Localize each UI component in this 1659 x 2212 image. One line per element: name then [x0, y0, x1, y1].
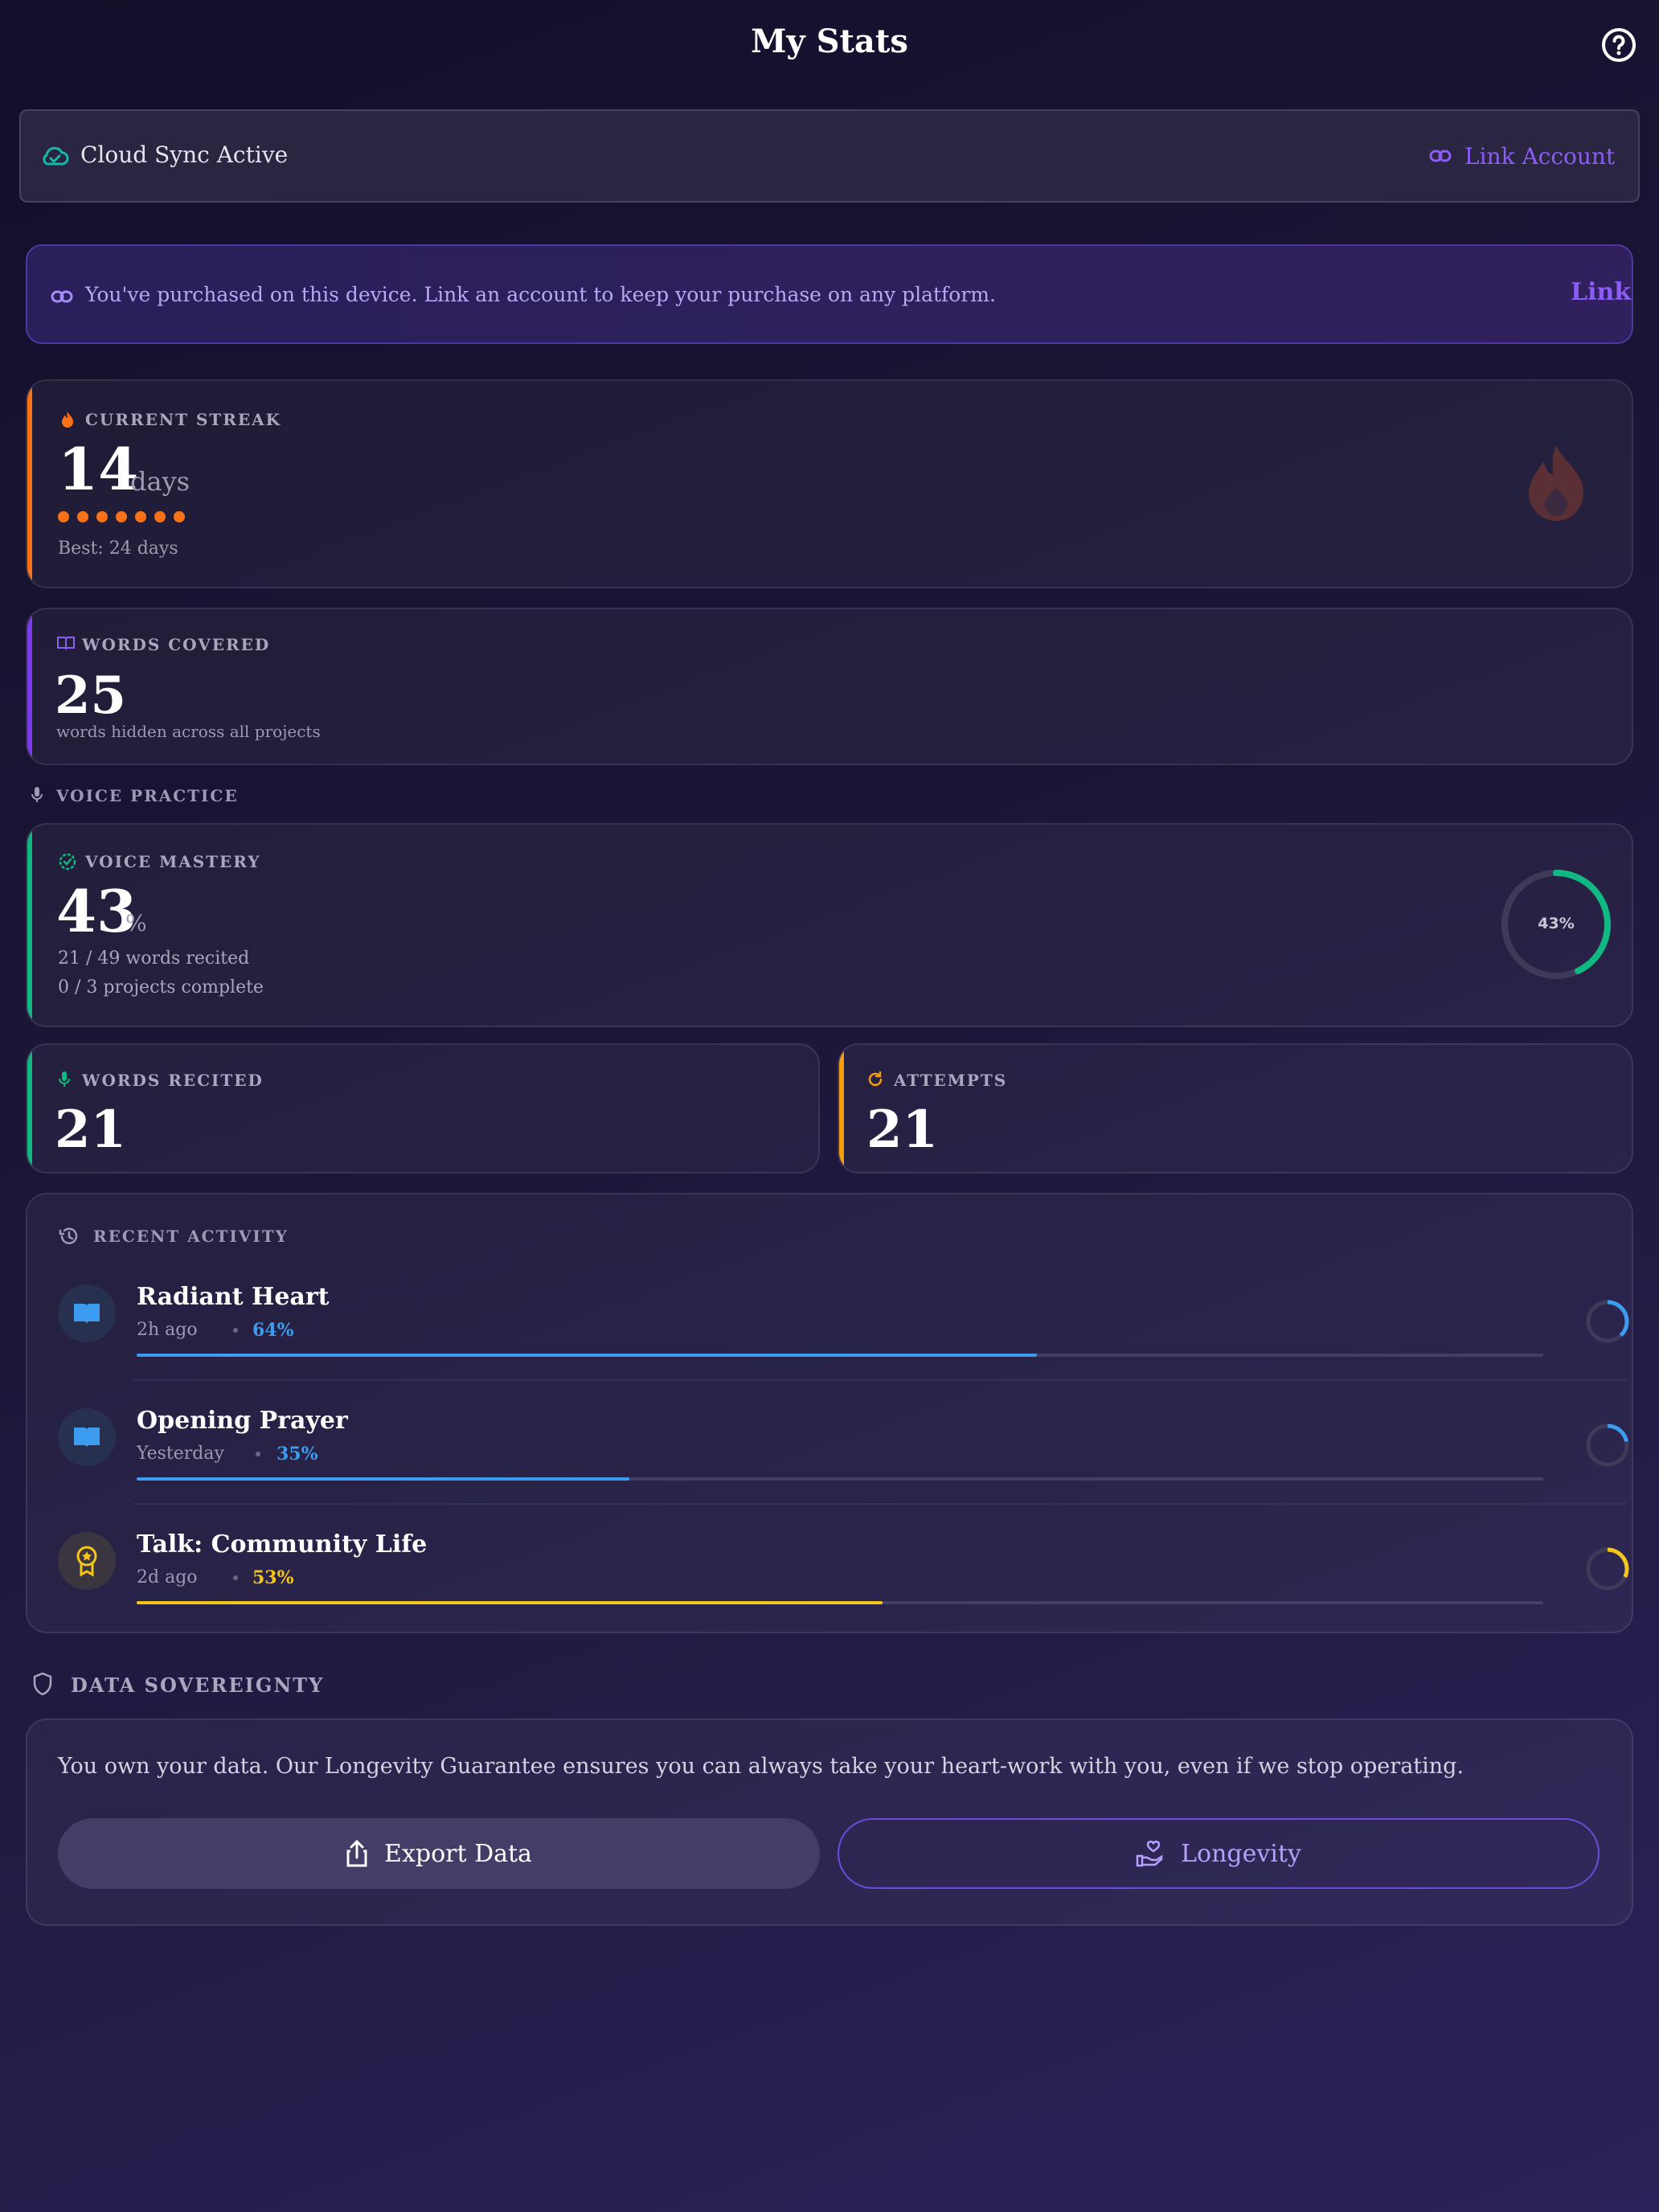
data-sovereignty-text: You own your data. Our Longevity Guarant… — [58, 1754, 1464, 1779]
flame-icon — [62, 412, 73, 428]
words-covered-value: 25 — [55, 666, 127, 726]
activity-title: Radiant Heart — [137, 1283, 330, 1311]
words-recited-value: 21 — [55, 1100, 127, 1160]
activity-percent: 53% — [252, 1567, 294, 1588]
activity-time: 2d ago — [137, 1567, 198, 1587]
words-covered-card: WORDS COVERED 25 words hidden across all… — [26, 608, 1633, 765]
hand-heart-icon — [1136, 1841, 1163, 1867]
link-account-label: Link Account — [1464, 142, 1616, 170]
activity-divider — [133, 1379, 1627, 1381]
activity-progress-ring — [1586, 1547, 1629, 1591]
activity-progress-track — [137, 1477, 1543, 1481]
purchase-link-button[interactable]: Link — [1571, 278, 1631, 306]
streak-dot — [96, 511, 108, 522]
cloud-sync-bar: Cloud Sync Active Link Account — [19, 109, 1640, 203]
streak-dot — [116, 511, 127, 522]
words-recited-label: WORDS RECITED — [82, 1071, 264, 1090]
streak-value: 14 — [58, 435, 139, 503]
activity-divider — [133, 1503, 1627, 1505]
streak-dots — [58, 511, 185, 522]
streak-best: Best: 24 days — [58, 539, 178, 559]
purchase-banner: You've purchased on this device. Link an… — [26, 244, 1633, 344]
share-icon — [346, 1840, 367, 1867]
streak-dot — [77, 511, 88, 522]
sync-status-text: Cloud Sync Active — [80, 141, 289, 168]
activity-progress-track — [137, 1601, 1543, 1604]
voice-mastery-projects: 0 / 3 projects complete — [58, 977, 264, 997]
voice-mastery-unit: % — [125, 910, 147, 936]
activity-icon-circle — [58, 1408, 116, 1466]
activity-icon-circle — [58, 1284, 116, 1342]
voice-mastery-words: 21 / 49 words recited — [58, 948, 250, 969]
recent-activity-card: RECENT ACTIVITY Radiant Heart 2h ago 64%… — [26, 1193, 1633, 1633]
activity-progress-fill — [137, 1601, 883, 1604]
export-data-label: Export Data — [384, 1839, 532, 1868]
activity-separator-dot — [256, 1452, 260, 1456]
book-open-icon — [74, 1304, 100, 1324]
activity-item[interactable]: Radiant Heart 2h ago 64% — [58, 1275, 1629, 1371]
streak-dot — [174, 511, 185, 522]
help-button[interactable] — [1600, 26, 1638, 64]
current-streak-card: CURRENT STREAK 14 days Best: 24 days — [26, 379, 1633, 588]
activity-percent: 64% — [252, 1320, 294, 1341]
activity-progress-ring — [1586, 1300, 1629, 1343]
mic-icon — [59, 1071, 70, 1087]
link-account-button[interactable]: Link Account — [1429, 138, 1615, 174]
activity-separator-dot — [233, 1328, 238, 1333]
words-recited-card: WORDS RECITED 21 — [26, 1043, 820, 1174]
award-icon — [76, 1546, 97, 1577]
data-sovereignty-card: You own your data. Our Longevity Guarant… — [26, 1718, 1633, 1926]
streak-unit: days — [130, 466, 190, 497]
streak-label: CURRENT STREAK — [85, 410, 282, 429]
activity-item[interactable]: Talk: Community Life 2d ago 53% — [58, 1522, 1629, 1619]
voice-practice-section-label: VOICE PRACTICE — [56, 786, 239, 805]
attempts-label: ATTEMPTS — [894, 1071, 1008, 1090]
purchase-banner-text: You've purchased on this device. Link an… — [85, 283, 996, 306]
activity-time: 2h ago — [137, 1320, 198, 1340]
longevity-label: Longevity — [1181, 1839, 1301, 1868]
check-badge-icon — [59, 853, 76, 870]
activity-progress-fill — [137, 1354, 1037, 1357]
activity-progress-ring — [1586, 1423, 1629, 1467]
voice-mastery-label: VOICE MASTERY — [85, 852, 261, 871]
history-icon — [59, 1227, 78, 1244]
voice-mastery-card: VOICE MASTERY 43 % 21 / 49 words recited… — [26, 823, 1633, 1027]
page-title: My Stats — [751, 23, 908, 60]
link-icon — [1429, 150, 1452, 162]
activity-time: Yesterday — [137, 1444, 224, 1464]
flame-watermark-icon — [1529, 445, 1583, 521]
words-covered-caption: words hidden across all projects — [56, 722, 321, 741]
activity-separator-dot — [233, 1575, 238, 1580]
streak-dot — [154, 511, 166, 522]
activity-title: Talk: Community Life — [137, 1530, 428, 1559]
attempts-card: ATTEMPTS 21 — [838, 1043, 1633, 1174]
streak-dot — [58, 511, 69, 522]
activity-percent: 35% — [276, 1444, 318, 1464]
activity-progress-track — [137, 1354, 1543, 1357]
streak-dot — [135, 511, 146, 522]
longevity-button[interactable]: Longevity — [838, 1818, 1600, 1889]
data-sovereignty-label: DATA SOVEREIGNTY — [71, 1673, 325, 1697]
activity-icon-circle — [58, 1532, 116, 1590]
words-covered-label: WORDS COVERED — [82, 635, 271, 654]
book-open-icon — [74, 1428, 100, 1448]
recent-activity-label: RECENT ACTIVITY — [93, 1227, 289, 1246]
activity-title: Opening Prayer — [137, 1407, 348, 1435]
cloud-check-icon — [43, 146, 69, 166]
export-data-button[interactable]: Export Data — [58, 1818, 820, 1889]
link-icon — [51, 290, 73, 303]
mic-icon — [31, 787, 43, 802]
activity-item[interactable]: Opening Prayer Yesterday 35% — [58, 1399, 1629, 1495]
voice-mastery-ring-label: 43% — [1538, 915, 1575, 932]
shield-icon — [33, 1672, 52, 1696]
help-circle-icon — [1602, 28, 1636, 62]
activity-progress-fill — [137, 1477, 629, 1481]
book-icon — [57, 637, 75, 650]
refresh-icon — [868, 1071, 883, 1087]
attempts-value: 21 — [866, 1100, 939, 1160]
